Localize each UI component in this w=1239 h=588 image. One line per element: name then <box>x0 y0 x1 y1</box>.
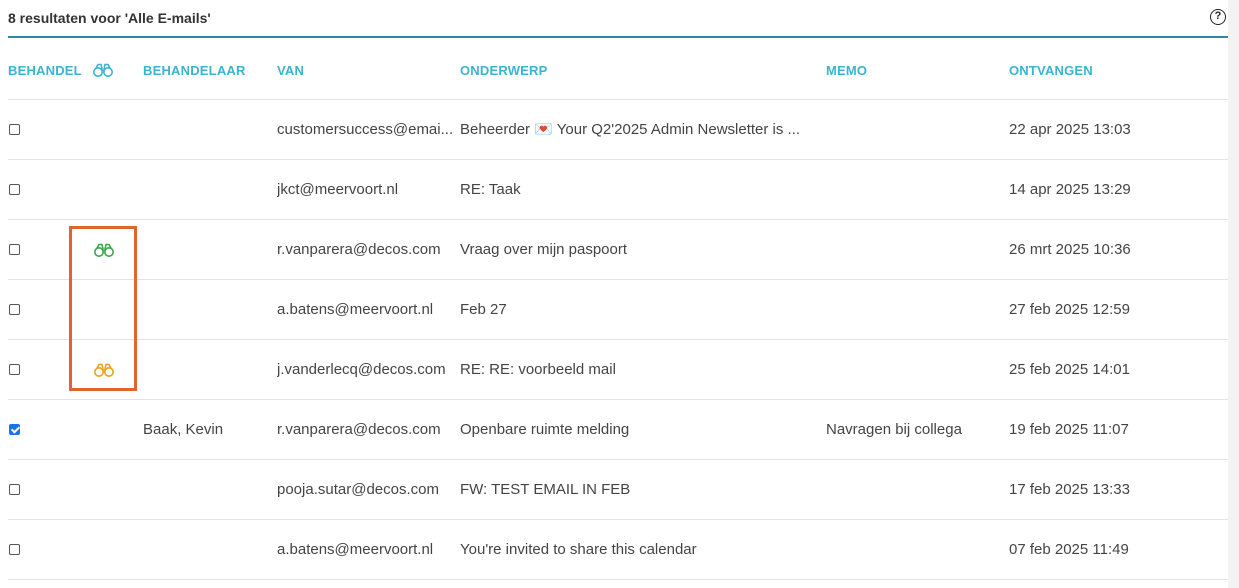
column-header-ontvangen[interactable]: ONTVANGEN <box>1009 63 1093 78</box>
column-header-van[interactable]: VAN <box>277 63 304 78</box>
row-checkbox[interactable] <box>9 304 20 315</box>
behandelaar-cell <box>143 280 268 339</box>
subject-cell: Openbare ruimte melding <box>460 421 630 438</box>
table-row[interactable]: customersuccess@emai... Beheerder 💌 Your… <box>8 100 1228 160</box>
row-checkbox-checked[interactable] <box>9 424 20 435</box>
behandelaar-cell <box>143 100 268 159</box>
behandelaar-cell <box>143 340 268 399</box>
column-header-behandel[interactable]: BEHANDEL <box>8 63 82 78</box>
memo-cell <box>826 340 1001 399</box>
sender-cell: a.batens@meervoort.nl <box>277 301 434 318</box>
behandelaar-cell: Baak, Kevin <box>143 421 224 438</box>
column-header-onderwerp[interactable]: ONDERWERP <box>460 63 548 78</box>
subject-cell: Feb 27 <box>460 301 507 318</box>
received-cell: 07 feb 2025 11:49 <box>1009 541 1129 558</box>
help-icon[interactable]: ? <box>1210 9 1226 25</box>
highlight-box <box>69 226 137 391</box>
received-cell: 25 feb 2025 14:01 <box>1009 361 1130 378</box>
binoculars-icon[interactable] <box>92 63 114 77</box>
subject-cell: RE: RE: voorbeeld mail <box>460 361 616 378</box>
memo-cell <box>826 520 1001 579</box>
memo-cell <box>826 460 1001 519</box>
behandelaar-cell <box>143 220 268 279</box>
scrollbar[interactable] <box>1228 0 1239 588</box>
row-checkbox[interactable] <box>9 124 20 135</box>
table-row[interactable]: Baak, Kevin r.vanparera@decos.com Openba… <box>8 400 1228 460</box>
row-checkbox[interactable] <box>9 184 20 195</box>
row-checkbox[interactable] <box>9 484 20 495</box>
memo-cell <box>826 100 1001 159</box>
table-row[interactable]: pooja.sutar@decos.com FW: TEST EMAIL IN … <box>8 460 1228 520</box>
table-row[interactable]: j.vanderlecq@decos.com RE: RE: voorbeeld… <box>8 340 1228 400</box>
behandelaar-cell <box>143 160 268 219</box>
subject-cell: FW: TEST EMAIL IN FEB <box>460 481 631 498</box>
results-title: 8 resultaten voor 'Alle E-mails' <box>8 10 211 26</box>
column-header-behandel-label: BEHANDEL <box>8 63 82 78</box>
row-checkbox[interactable] <box>9 364 20 375</box>
received-cell: 14 apr 2025 13:29 <box>1009 181 1131 198</box>
subject-cell: You're invited to share this calendar <box>460 541 697 558</box>
column-header-memo[interactable]: MEMO <box>826 63 867 78</box>
sender-cell: j.vanderlecq@decos.com <box>277 361 446 378</box>
subject-cell: RE: Taak <box>460 181 521 198</box>
table-row[interactable]: jkct@meervoort.nl RE: Taak 14 apr 2025 1… <box>8 160 1228 220</box>
sender-cell: a.batens@meervoort.nl <box>277 541 434 558</box>
row-checkbox[interactable] <box>9 544 20 555</box>
table-row[interactable]: a.batens@meervoort.nl You're invited to … <box>8 520 1228 580</box>
behandelaar-cell <box>143 520 268 579</box>
memo-cell <box>826 220 1001 279</box>
subject-cell: Vraag over mijn paspoort <box>460 241 628 258</box>
row-checkbox[interactable] <box>9 244 20 255</box>
sender-cell: r.vanparera@decos.com <box>277 241 441 258</box>
memo-cell: Navragen bij collega <box>826 421 962 438</box>
memo-cell <box>826 160 1001 219</box>
column-header-behandelaar[interactable]: BEHANDELAAR <box>143 63 246 78</box>
received-cell: 22 apr 2025 13:03 <box>1009 121 1131 138</box>
sender-cell: pooja.sutar@decos.com <box>277 481 439 498</box>
sender-cell: r.vanparera@decos.com <box>277 421 441 438</box>
table-row[interactable]: r.vanparera@decos.com Vraag over mijn pa… <box>8 220 1228 280</box>
received-cell: 26 mrt 2025 10:36 <box>1009 241 1131 258</box>
sender-cell: customersuccess@emai... <box>277 121 454 138</box>
table-row[interactable]: a.batens@meervoort.nl Feb 27 27 feb 2025… <box>8 280 1228 340</box>
memo-cell <box>826 280 1001 339</box>
results-header: 8 resultaten voor 'Alle E-mails' ? <box>8 0 1228 38</box>
subject-cell: Beheerder 💌 Your Q2'2025 Admin Newslette… <box>460 121 801 138</box>
sender-cell: jkct@meervoort.nl <box>277 181 399 198</box>
received-cell: 19 feb 2025 11:07 <box>1009 421 1129 438</box>
received-cell: 27 feb 2025 12:59 <box>1009 301 1130 318</box>
behandelaar-cell <box>143 460 268 519</box>
received-cell: 17 feb 2025 13:33 <box>1009 481 1130 498</box>
